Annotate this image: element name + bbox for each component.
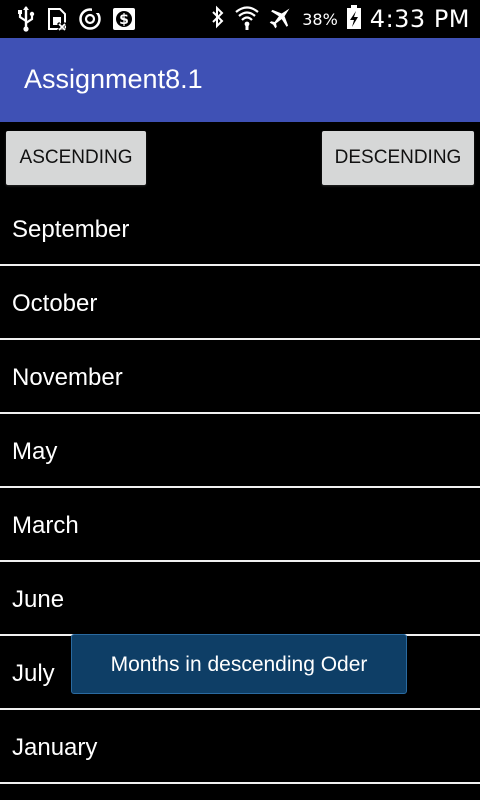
battery-charging-icon — [346, 4, 362, 34]
sync-icon — [78, 7, 102, 31]
list-item[interactable]: September — [0, 192, 480, 266]
list-item[interactable]: January — [0, 710, 480, 784]
list-item-label: May — [12, 438, 58, 465]
descending-button[interactable]: DESCENDING — [322, 131, 474, 185]
battery-percentage: 38% — [302, 9, 338, 29]
status-bar-notifications: $ — [16, 6, 136, 32]
list-item[interactable]: June — [0, 562, 480, 636]
list-item[interactable]: March — [0, 488, 480, 562]
list-item[interactable]: November — [0, 340, 480, 414]
ascending-button[interactable]: ASCENDING — [6, 131, 146, 185]
list-item-label: November — [12, 364, 123, 391]
list-item[interactable]: May — [0, 414, 480, 488]
wifi-icon — [234, 4, 260, 34]
app-bar: Assignment8.1 — [0, 38, 480, 122]
list-item-label: July — [12, 660, 55, 687]
list-item-label: January — [12, 734, 98, 761]
status-bar: $ 38% 4:33 PM — [0, 0, 480, 38]
list-item-label: September — [12, 216, 130, 243]
bluetooth-icon — [210, 5, 226, 33]
list-item-label: June — [12, 586, 65, 613]
main-content: ASCENDING DESCENDING September October N… — [0, 122, 480, 800]
clock: 4:33 PM — [369, 5, 470, 33]
status-bar-system: 38% 4:33 PM — [210, 4, 470, 34]
app-title: Assignment8.1 — [24, 64, 203, 94]
list-item[interactable]: October — [0, 266, 480, 340]
list-item-label: October — [12, 290, 98, 317]
usb-icon — [16, 6, 36, 32]
toast-message: Months in descending Oder — [71, 634, 407, 694]
svg-text:$: $ — [119, 12, 129, 28]
months-list[interactable]: September October November May March Jun… — [0, 192, 480, 784]
list-item-label: March — [12, 512, 79, 539]
airplane-icon — [268, 4, 294, 34]
sim-card-icon — [46, 7, 68, 31]
dollar-app-icon: $ — [112, 7, 136, 31]
